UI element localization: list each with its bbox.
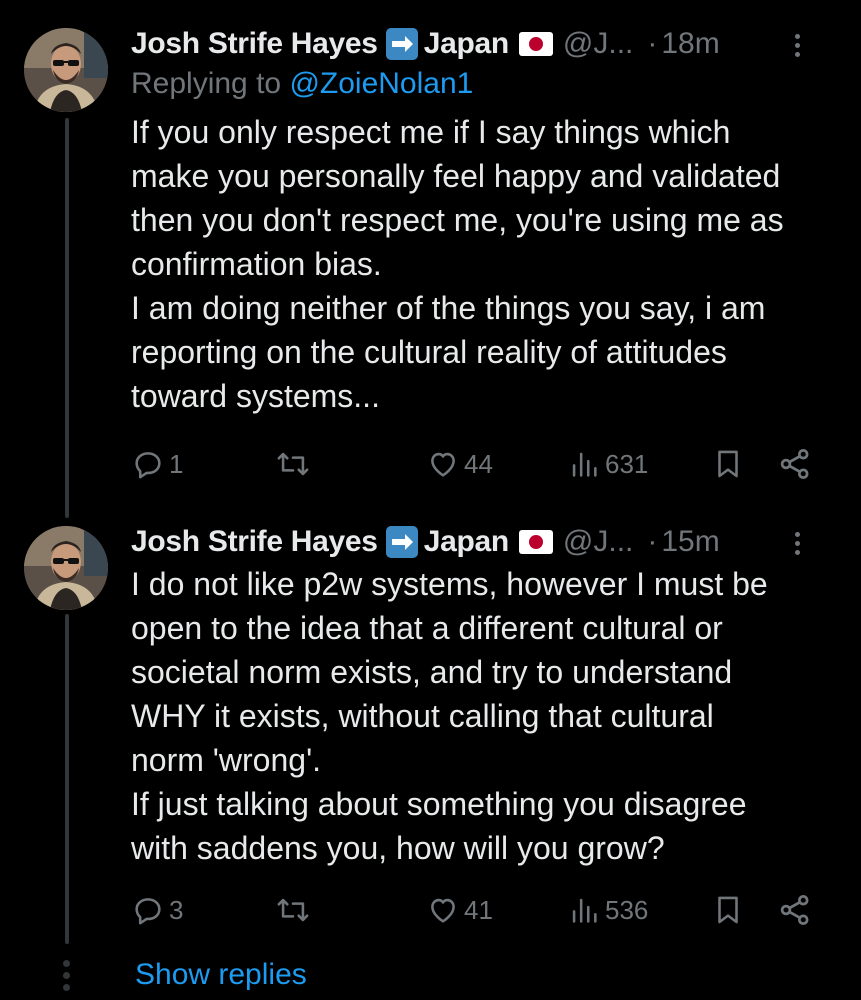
reply-count: 1: [169, 448, 184, 479]
author-location[interactable]: Japan: [424, 522, 510, 562]
tweet-text: I do not like p2w systems, however I mus…: [131, 566, 768, 866]
avatar-image: [24, 28, 108, 112]
thread-continuation-dots: [63, 960, 70, 996]
views-count: 631: [605, 448, 649, 479]
views-count: 536: [605, 894, 649, 925]
share-icon: [780, 449, 809, 479]
like-count: 41: [464, 894, 493, 925]
more-options-icon[interactable]: [795, 34, 801, 58]
tweet-text: If you only respect me if I say things w…: [131, 114, 784, 414]
show-replies-link[interactable]: Show replies: [135, 955, 307, 995]
right-arrow-emoji: [385, 28, 418, 60]
japan-flag-emoji: [518, 32, 553, 56]
tweet[interactable]: Josh Strife Hayes Japan @J... · 18m Repl…: [0, 0, 861, 500]
timestamp[interactable]: 18m: [661, 24, 719, 64]
reply-icon: [135, 452, 161, 479]
reply-button[interactable]: 1: [131, 444, 183, 484]
share-button[interactable]: [777, 890, 813, 930]
like-icon: [431, 452, 455, 477]
tweet-header: Josh Strife Hayes Japan @J... · 15m: [131, 522, 841, 562]
repost-button[interactable]: [274, 444, 316, 484]
thread-view: Josh Strife Hayes Japan @J... · 18m Repl…: [0, 0, 861, 1000]
tweet-header: Josh Strife Hayes Japan @J... · 18m: [131, 24, 841, 64]
mention-link[interactable]: @ZoieNolan1: [289, 67, 473, 100]
like-button[interactable]: 41: [426, 890, 493, 930]
views-button[interactable]: 536: [567, 890, 648, 930]
bookmark-icon: [718, 450, 738, 478]
reply-count: 3: [169, 894, 184, 925]
replying-to: Replying to @ZoieNolan1: [131, 64, 841, 104]
avatar[interactable]: [24, 28, 108, 112]
repost-icon: [277, 898, 309, 922]
avatar-image: [24, 526, 108, 610]
like-button[interactable]: 44: [426, 444, 493, 484]
like-icon: [431, 898, 455, 923]
tweet[interactable]: Josh Strife Hayes Japan @J... · 15m I do…: [0, 500, 861, 940]
right-arrow-emoji: [385, 526, 418, 558]
like-count: 44: [464, 448, 493, 479]
author-location[interactable]: Japan: [424, 24, 510, 64]
share-button[interactable]: [777, 444, 813, 484]
tweet-actions: 1 44 631: [131, 444, 821, 484]
repost-icon: [277, 452, 309, 476]
author-handle[interactable]: @J...: [563, 522, 633, 562]
bookmark-button[interactable]: [711, 890, 745, 930]
author-name[interactable]: Josh Strife Hayes: [131, 24, 378, 64]
separator-dot: ·: [647, 525, 658, 558]
timestamp[interactable]: 15m: [661, 522, 719, 562]
separator-dot: ·: [647, 27, 658, 60]
author-handle[interactable]: @J...: [563, 24, 633, 64]
share-icon: [780, 895, 809, 925]
avatar[interactable]: [24, 526, 108, 610]
more-options-icon[interactable]: [795, 532, 801, 556]
bookmark-button[interactable]: [711, 444, 745, 484]
reply-button[interactable]: 3: [131, 890, 183, 930]
bookmark-icon: [718, 896, 738, 924]
views-button[interactable]: 631: [567, 444, 648, 484]
repost-button[interactable]: [274, 890, 316, 930]
views-icon: [572, 452, 597, 477]
reply-icon: [135, 898, 161, 925]
tweet-actions: 3 41 536: [131, 890, 821, 930]
replying-to-prefix: Replying to: [131, 67, 290, 100]
views-icon: [572, 898, 597, 923]
author-name[interactable]: Josh Strife Hayes: [131, 522, 378, 562]
japan-flag-emoji: [518, 530, 553, 554]
